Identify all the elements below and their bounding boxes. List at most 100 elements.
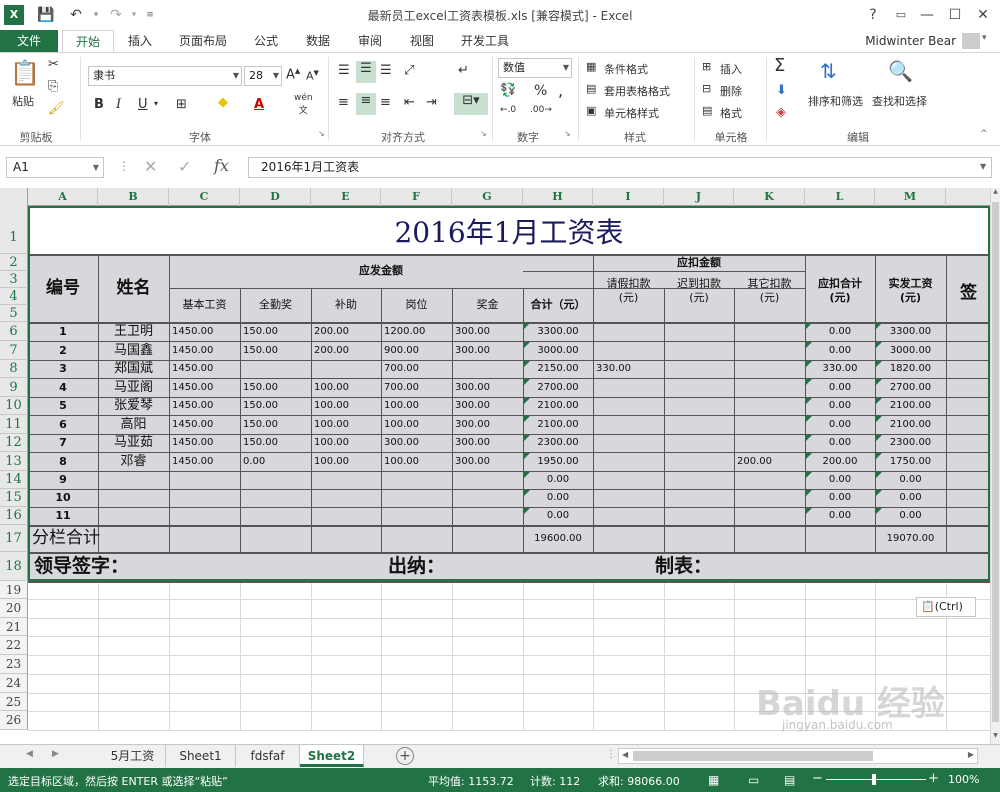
minimize-button[interactable]: — [914, 4, 940, 26]
data-cell[interactable]: 100.00 [381, 397, 452, 415]
expand-formula-icon[interactable]: ▼ [980, 162, 986, 171]
tab-developer[interactable]: 开发工具 [452, 30, 518, 52]
data-cell[interactable] [169, 471, 240, 489]
align-middle-icon[interactable]: ☰ [356, 61, 376, 83]
column-header-b[interactable]: B [98, 188, 169, 206]
currency-icon[interactable]: 💱 [500, 83, 516, 98]
header-other[interactable]: 其它扣款 (元) [734, 277, 805, 305]
clear-icon[interactable]: ◈ [776, 105, 786, 120]
row-header-17[interactable]: 17 [0, 525, 28, 552]
data-cell[interactable]: 2150.00 [523, 360, 593, 378]
sheet-tab-fdsfaf[interactable]: fdsfaf [236, 745, 300, 767]
data-cell[interactable]: 330.00 [805, 360, 875, 378]
header-no[interactable]: 编号 [28, 254, 98, 322]
row-header-20[interactable]: 20 [0, 599, 28, 618]
data-cell[interactable]: 150.00 [240, 378, 311, 397]
data-cell[interactable]: 11 [28, 507, 98, 525]
data-cell[interactable] [452, 360, 523, 378]
paste-options-button[interactable]: 📋(Ctrl) [916, 597, 976, 617]
tab-review[interactable]: 审阅 [348, 30, 392, 52]
header-payable[interactable]: 应发金额 [169, 254, 593, 288]
paste-button[interactable]: 粘贴 [12, 93, 34, 109]
conditional-format-icon[interactable]: ▦ [586, 60, 596, 73]
data-cell[interactable] [381, 471, 452, 489]
tab-page-layout[interactable]: 页面布局 [168, 30, 238, 52]
data-cell[interactable]: 0.00 [875, 471, 946, 489]
data-cell[interactable]: 张爱琴 [98, 397, 169, 415]
data-cell[interactable] [311, 507, 381, 525]
column-header-j[interactable]: J [664, 188, 734, 206]
data-cell[interactable] [664, 360, 734, 378]
data-cell[interactable]: 马亚阁 [98, 378, 169, 397]
orientation-icon[interactable]: ⤢ [404, 63, 414, 78]
prev-sheet-icon[interactable]: ◀ [26, 749, 33, 759]
row-header-26[interactable]: 26 [0, 711, 28, 730]
data-cell[interactable] [664, 452, 734, 471]
header-leave[interactable]: 请假扣款 (元) [593, 277, 664, 305]
sheet-title[interactable]: 2016年1月工资表 [28, 212, 990, 254]
header-deduct_total[interactable]: 应扣合计 (元) [805, 277, 875, 305]
data-cell[interactable]: 300.00 [452, 378, 523, 397]
font-color-icon[interactable]: A [254, 97, 264, 112]
number-dialog-launcher-icon[interactable]: ↘ [564, 129, 571, 138]
sheet-tab-may-salary[interactable]: 5月工资 [100, 745, 166, 767]
collapse-ribbon-icon[interactable]: ^ [980, 129, 988, 139]
tab-insert[interactable]: 插入 [118, 30, 162, 52]
paste-icon[interactable]: 📋 [10, 59, 40, 89]
column-header-e[interactable]: E [311, 188, 381, 206]
data-cell[interactable] [311, 360, 381, 378]
scrollbar-thumb[interactable] [992, 202, 999, 722]
data-cell[interactable]: 2100.00 [875, 415, 946, 434]
data-cell[interactable]: 2100.00 [523, 415, 593, 434]
bold-button[interactable]: B [94, 97, 104, 112]
percent-button[interactable]: % [534, 83, 547, 99]
data-cell[interactable] [311, 471, 381, 489]
data-cell[interactable]: 0.00 [805, 489, 875, 507]
tab-home[interactable]: 开始 [62, 30, 114, 52]
data-cell[interactable] [734, 489, 805, 507]
data-cell[interactable]: 900.00 [381, 341, 452, 360]
data-cell[interactable]: 3300.00 [523, 322, 593, 341]
data-cell[interactable] [664, 434, 734, 452]
data-cell[interactable] [593, 378, 664, 397]
zoom-level[interactable]: 100% [948, 773, 979, 786]
tab-data[interactable]: 数据 [296, 30, 340, 52]
data-cell[interactable]: 100.00 [381, 415, 452, 434]
data-cell[interactable] [98, 489, 169, 507]
data-cell[interactable]: 1450.00 [169, 322, 240, 341]
normal-view-icon[interactable]: ▦ [708, 773, 719, 787]
row-header-23[interactable]: 23 [0, 655, 28, 674]
data-cell[interactable]: 0.00 [805, 397, 875, 415]
cell-styles-icon[interactable]: ▣ [586, 104, 596, 117]
data-cell[interactable] [664, 507, 734, 525]
header-attend[interactable]: 全勤奖 [240, 288, 311, 322]
data-cell[interactable]: 2300.00 [875, 434, 946, 452]
header-sign[interactable]: 签 [946, 279, 978, 307]
data-cell[interactable]: 1450.00 [169, 434, 240, 452]
row-header-19[interactable]: 19 [0, 581, 28, 599]
data-cell[interactable] [593, 471, 664, 489]
column-header-m[interactable]: M [875, 188, 946, 206]
data-cell[interactable]: 2300.00 [523, 434, 593, 452]
data-cell[interactable] [452, 489, 523, 507]
header-base[interactable]: 基本工资 [169, 288, 240, 322]
grow-font-button[interactable]: A▲ [286, 67, 300, 82]
font-size-select[interactable]: 28 ▼ [244, 66, 282, 86]
data-cell[interactable]: 330.00 [593, 360, 664, 378]
subtotal-net[interactable]: 19070.00 [875, 525, 946, 552]
decrease-indent-icon[interactable]: ⇤ [404, 95, 415, 110]
data-cell[interactable]: 300.00 [452, 452, 523, 471]
new-sheet-icon[interactable]: + [396, 747, 414, 765]
scrollbar-thumb[interactable] [633, 751, 873, 761]
font-name-select[interactable]: 隶书 ▼ [88, 66, 242, 86]
align-bottom-icon[interactable]: ☰ [380, 63, 392, 78]
data-cell[interactable] [664, 341, 734, 360]
column-header-c[interactable]: C [169, 188, 240, 206]
data-cell[interactable]: 300.00 [452, 341, 523, 360]
data-cell[interactable]: 7 [28, 434, 98, 452]
delete-cells-button[interactable]: 删除 [720, 83, 742, 99]
data-cell[interactable]: 100.00 [311, 452, 381, 471]
data-cell[interactable]: 300.00 [452, 434, 523, 452]
row-header-12[interactable]: 12 [0, 434, 28, 452]
horizontal-scrollbar[interactable]: ◀ ▶ [618, 748, 978, 764]
